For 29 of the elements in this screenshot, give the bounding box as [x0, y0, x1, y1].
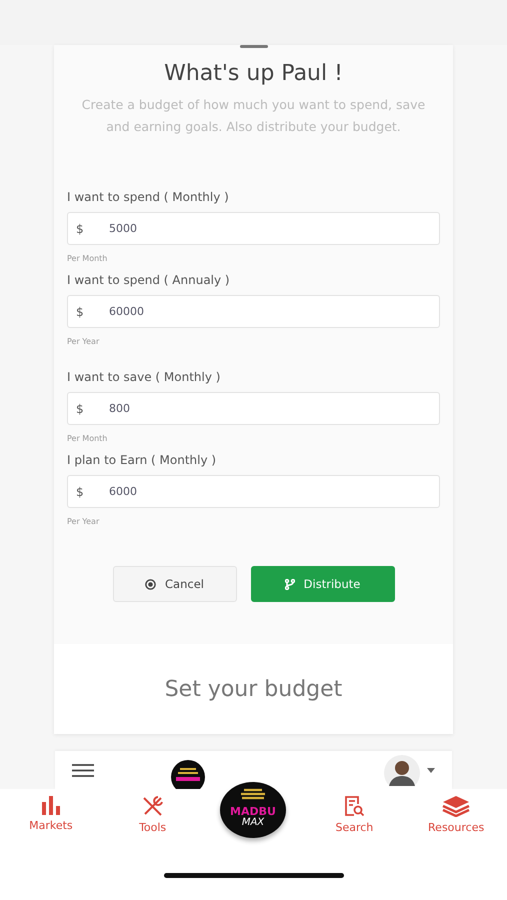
- dropdown-caret-icon[interactable]: [427, 768, 435, 772]
- field-hint: Per Month: [67, 434, 108, 443]
- branch-icon: [284, 578, 295, 590]
- tab-bar-item[interactable]: Markets: [0, 795, 102, 832]
- greeting-title: What's up Paul !: [164, 61, 343, 86]
- amount-field[interactable]: $ 60000: [67, 295, 440, 328]
- field-hint: Per Month: [67, 254, 108, 263]
- tools-icon: [140, 795, 165, 817]
- amount-field[interactable]: $ 800: [67, 392, 440, 425]
- section-heading: Set your budget: [164, 676, 342, 702]
- tab-bar-item[interactable]: Resources: [405, 795, 507, 834]
- field-label: I plan to Earn ( Monthly ): [67, 453, 218, 467]
- field-hint: Per Year: [67, 517, 100, 526]
- field-label: I want to spend ( Monthly ): [67, 190, 230, 204]
- tab-bar-item[interactable]: Search: [304, 795, 406, 834]
- document-search-icon: [343, 795, 366, 817]
- amount-field[interactable]: $ 6000: [67, 475, 440, 508]
- menu-icon[interactable]: [72, 764, 94, 776]
- tab-bar-item[interactable]: Tools: [102, 795, 204, 834]
- field-label: I want to spend ( Annualy ): [67, 273, 231, 287]
- avatar-icon[interactable]: [383, 754, 421, 786]
- field-label: I want to save ( Monthly ): [67, 370, 222, 384]
- drag-handle[interactable]: [240, 45, 268, 48]
- layers-icon: [442, 795, 470, 817]
- cancel-button[interactable]: Cancel: [112, 566, 236, 602]
- field-hint: Per Year: [67, 337, 100, 346]
- amount-field[interactable]: $ 5000: [67, 212, 440, 245]
- description-text: Create a budget of how much you want to spend, save and earning goals. Also distribute your budget.: [80, 96, 426, 136]
- bar-chart-icon: [40, 795, 62, 815]
